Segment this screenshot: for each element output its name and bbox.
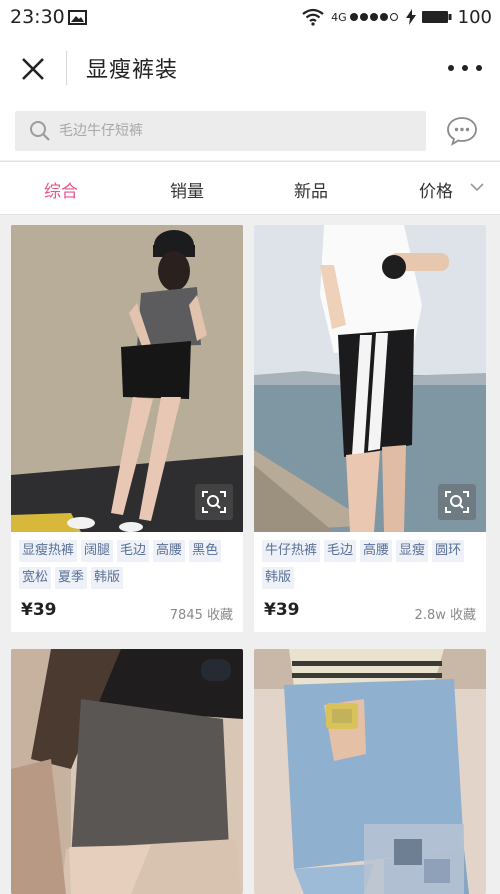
close-icon[interactable]	[18, 54, 48, 84]
tag-chip[interactable]: 韩版	[91, 567, 124, 589]
product-photo	[11, 649, 243, 894]
product-image[interactable]	[11, 225, 243, 532]
status-time: 23:30	[10, 6, 65, 28]
more-dot-icon	[462, 65, 468, 71]
chat-bubble-icon[interactable]	[446, 116, 478, 146]
image-notification-icon	[68, 10, 87, 25]
favorite-count: 2.8w 收藏	[414, 608, 476, 623]
search-zoom-icon	[445, 491, 469, 513]
product-image[interactable]	[254, 225, 486, 532]
tag-chip[interactable]: 毛边	[324, 540, 357, 562]
tag-chip[interactable]: 宽松	[19, 567, 52, 589]
card-footer: ¥39 7845 收藏	[11, 594, 243, 632]
product-card[interactable]: 牛仔热裤 毛边 高腰 显瘦 圆环 韩版 ¥39 2.8w 收藏	[254, 225, 486, 632]
zoom-button[interactable]	[195, 484, 233, 520]
tab-new[interactable]: 新品	[294, 177, 328, 202]
tag-chip[interactable]: 显瘦	[396, 540, 429, 562]
tag-chip[interactable]: 黑色	[189, 540, 222, 562]
charging-bolt-icon	[405, 9, 416, 25]
nav-divider	[66, 51, 67, 85]
product-card[interactable]: 显瘦热裤 阔腿 毛边 高腰 黑色 宽松 夏季 韩版 ¥39 7845 收藏	[11, 225, 243, 632]
tag-list: 牛仔热裤 毛边 高腰 显瘦 圆环 韩版	[254, 532, 486, 594]
tag-chip[interactable]: 显瘦热裤	[19, 540, 78, 562]
search-icon	[30, 121, 50, 141]
product-price: ¥39	[21, 600, 57, 620]
chevron-down-icon[interactable]	[470, 182, 484, 192]
tag-chip[interactable]: 夏季	[55, 567, 88, 589]
tag-chip[interactable]: 高腰	[360, 540, 393, 562]
search-input[interactable]	[59, 123, 399, 139]
tag-list: 显瘦热裤 阔腿 毛边 高腰 黑色 宽松 夏季 韩版	[11, 532, 243, 594]
battery-icon	[421, 11, 452, 23]
wifi-icon	[302, 8, 324, 26]
tag-chip[interactable]: 高腰	[153, 540, 186, 562]
tag-chip[interactable]: 韩版	[262, 567, 295, 589]
product-photo	[254, 649, 486, 894]
product-price: ¥39	[264, 600, 300, 620]
product-card[interactable]	[254, 649, 486, 894]
zoom-button[interactable]	[438, 484, 476, 520]
product-card[interactable]	[11, 649, 243, 894]
product-image[interactable]	[254, 649, 486, 894]
tag-chip[interactable]: 圆环	[432, 540, 465, 562]
search-zoom-icon	[202, 491, 226, 513]
page-title: 显瘦裤装	[86, 58, 179, 83]
product-image[interactable]	[11, 649, 243, 894]
more-dot-icon	[448, 65, 454, 71]
card-footer: ¥39 2.8w 收藏	[254, 594, 486, 632]
tab-price[interactable]: 价格	[419, 177, 453, 202]
signal-strength-icon	[349, 13, 400, 21]
search-box[interactable]	[15, 111, 426, 151]
tab-comprehensive[interactable]: 综合	[44, 177, 78, 202]
tag-chip[interactable]: 牛仔热裤	[262, 540, 321, 562]
battery-percent: 100	[457, 6, 492, 28]
search-row	[0, 102, 500, 160]
tag-chip[interactable]: 阔腿	[81, 540, 114, 562]
tag-chip[interactable]: 毛边	[117, 540, 150, 562]
network-type: 4G	[331, 10, 347, 24]
nav-bar: 显瘦裤装	[0, 34, 500, 102]
more-options-button[interactable]	[448, 56, 482, 80]
sort-tabs: 综合 销量 新品 价格	[0, 161, 500, 215]
favorite-count: 7845 收藏	[169, 608, 233, 623]
more-dot-icon	[476, 65, 482, 71]
status-bar: 23:30 4G 100	[0, 0, 500, 34]
tab-sales[interactable]: 销量	[170, 177, 204, 202]
